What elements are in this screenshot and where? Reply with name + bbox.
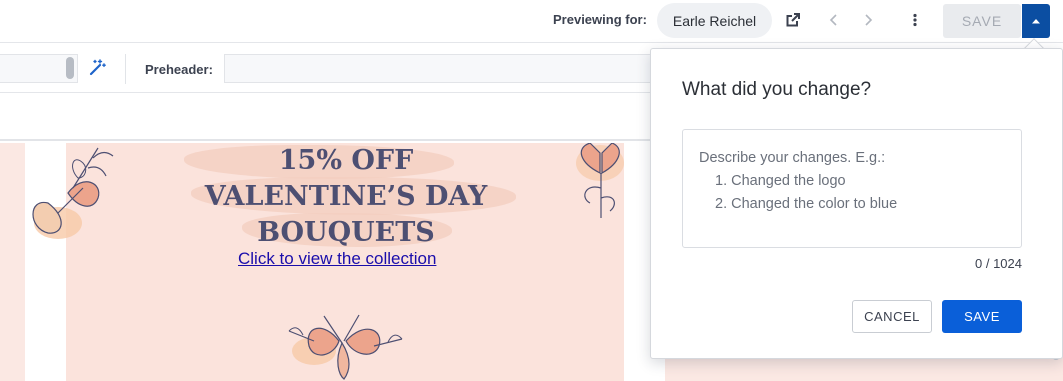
preheader-label: Preheader: [145,62,213,77]
subject-scrollbar[interactable] [66,57,74,79]
headline-line: BOUQUETS [257,217,435,248]
flower-illustration [288,314,403,380]
previewing-for-label: Previewing for: [553,12,647,27]
toolbar-divider [125,54,126,84]
preheader-input[interactable] [224,54,684,83]
placeholder-line: Describe your changes. E.g.: [699,150,886,166]
external-link-icon[interactable] [782,9,804,31]
flower-illustration [32,147,114,239]
preview-user-selector[interactable]: Earle Reichel [657,3,772,38]
more-vertical-icon[interactable] [904,9,926,31]
save-changes-button[interactable]: SAVE [942,300,1022,333]
caret-up-icon [1032,19,1040,24]
placeholder-line: 1. Changed the logo [715,173,846,189]
change-description-textarea[interactable]: Describe your changes. E.g.: 1. Changed … [682,129,1022,248]
headline-line: VALENTINE’S DAY [204,181,488,212]
view-collection-link[interactable]: Click to view the collection [238,249,436,269]
email-body: 15% OFF VALENTINE’S DAY BOUQUETS Click t… [66,143,624,381]
flower-illustration [576,143,624,218]
save-options-toggle[interactable] [1022,4,1050,38]
cancel-button[interactable]: CANCEL [852,300,932,333]
change-description-popover: What did you change? Describe your chang… [650,48,1063,359]
save-button[interactable]: SAVE [943,4,1021,38]
headline-line: 15% OFF [278,145,414,176]
chevron-left-icon[interactable] [823,9,845,31]
top-toolbar: Previewing for: Earle Reichel SAVE [0,0,1063,43]
magic-wand-icon[interactable] [87,58,107,78]
chevron-right-icon[interactable] [857,9,879,31]
placeholder-line: 2. Changed the color to blue [715,196,898,212]
email-headline: 15% OFF VALENTINE’S DAY BOUQUETS [171,143,521,251]
popover-title: What did you change? [682,79,872,100]
character-count: 0 / 1024 [975,256,1022,271]
